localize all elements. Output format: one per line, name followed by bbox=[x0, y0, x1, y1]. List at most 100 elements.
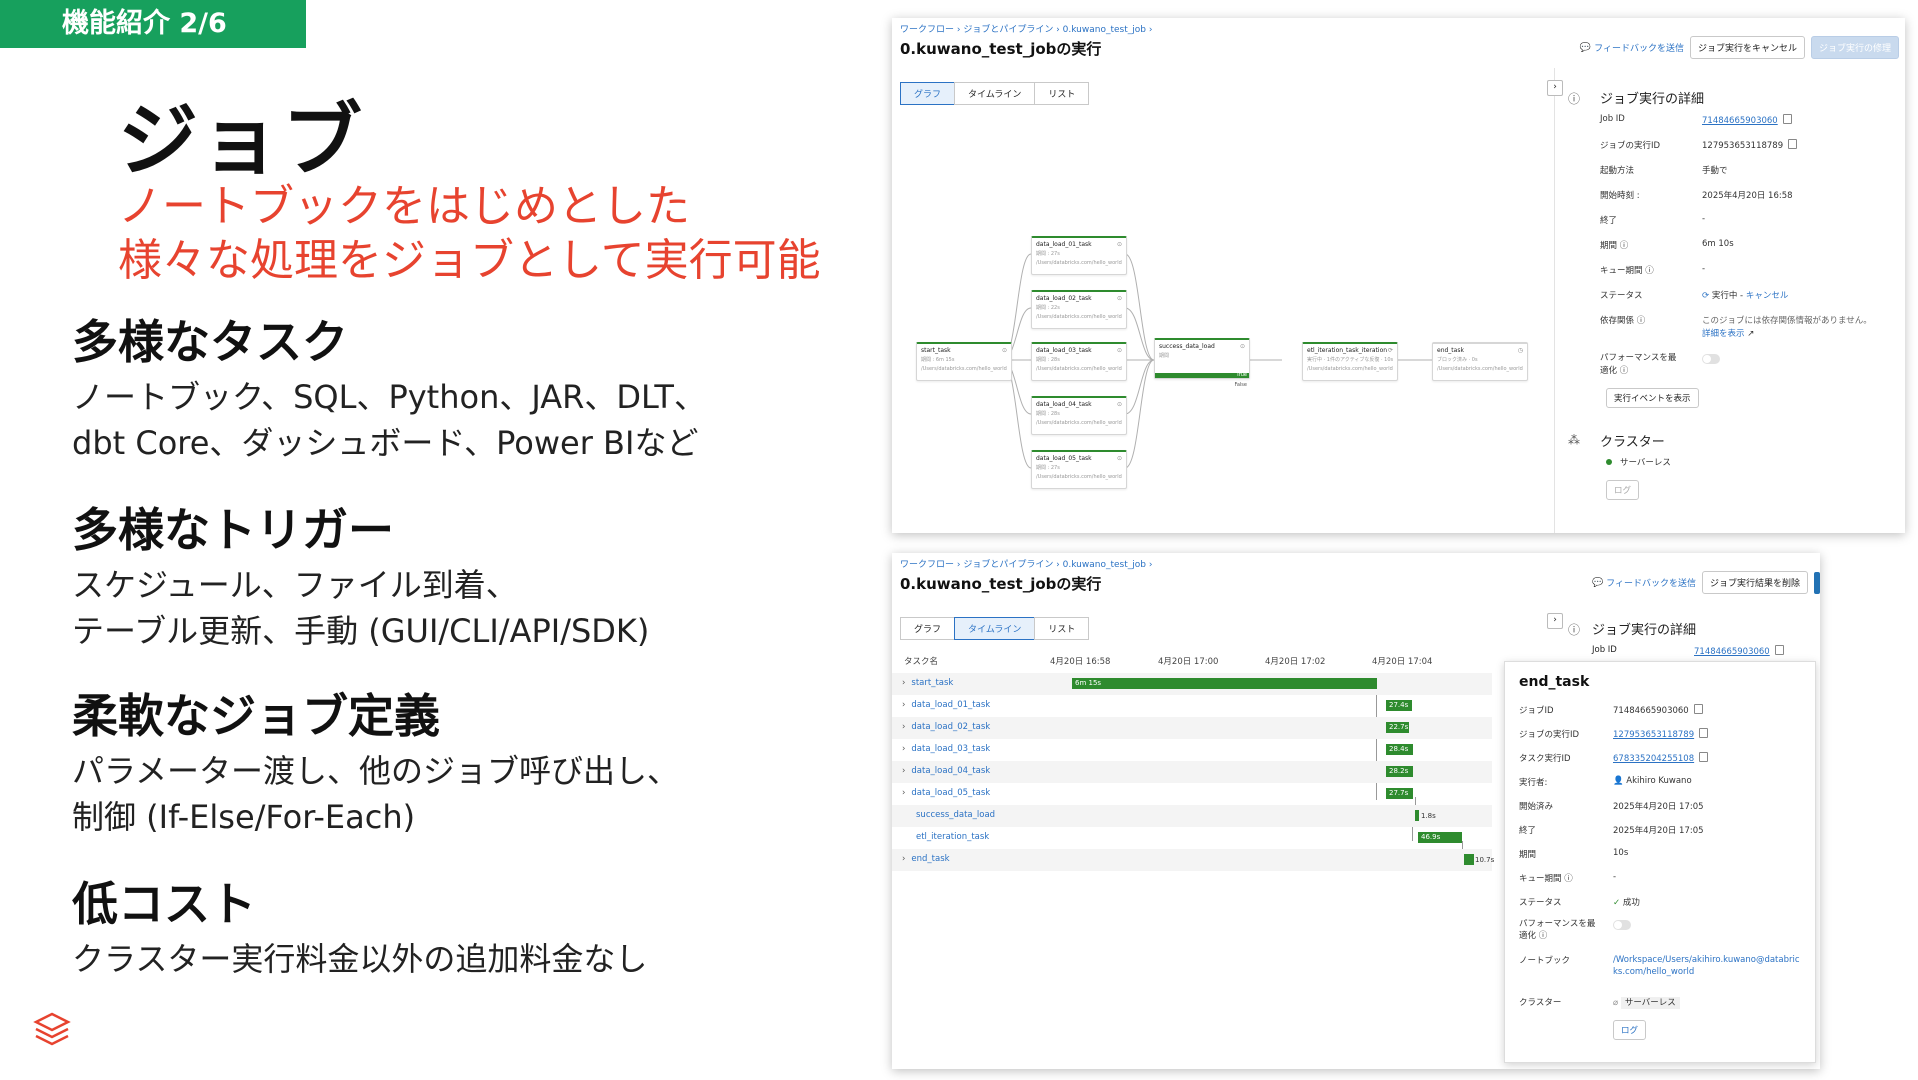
tab-timeline[interactable]: タイムライン bbox=[954, 617, 1036, 640]
task-link[interactable]: etl_iteration_task bbox=[916, 832, 989, 842]
job-id-value[interactable]: 71484665903060 bbox=[1694, 645, 1784, 657]
log-button[interactable]: ログ bbox=[1606, 480, 1640, 500]
task-link[interactable]: data_load_01_task bbox=[911, 700, 990, 710]
node-name: data_load_02_task bbox=[1036, 295, 1092, 302]
task-link[interactable]: end_task bbox=[911, 854, 949, 864]
duration-bar[interactable]: 6m 15s bbox=[1072, 678, 1377, 689]
chevron-right-icon[interactable]: › bbox=[902, 744, 905, 754]
task-link[interactable]: success_data_load bbox=[916, 810, 995, 820]
performance-toggle[interactable] bbox=[1702, 354, 1720, 364]
node-status: 期間 : 6m 15s bbox=[921, 357, 955, 363]
serverless-icon: ⌀ bbox=[1613, 998, 1619, 1008]
timeline-row[interactable]: success_data_load 1.8s bbox=[892, 805, 1492, 827]
spinner-icon: ⟳ bbox=[1387, 347, 1393, 354]
cancel-link[interactable]: キャンセル bbox=[1746, 291, 1789, 301]
task-link[interactable]: start_task bbox=[911, 678, 953, 688]
details-link[interactable]: 詳細を表示 ↗ bbox=[1702, 327, 1754, 339]
log-button[interactable]: ログ bbox=[1613, 1020, 1647, 1040]
tab-list[interactable]: リスト bbox=[1034, 617, 1090, 640]
timeline-header: タスク名 4月20日 16:58 4月20日 17:00 4月20日 17:02… bbox=[892, 655, 1492, 669]
detail-label: 起動方法 bbox=[1600, 166, 1635, 176]
chevron-right-icon[interactable]: › bbox=[902, 722, 905, 732]
dag-node-data-load-01[interactable]: data_load_01_task 期間 : 27s /Users/databr… bbox=[1031, 236, 1127, 275]
section-body-triggers: スケジュール、ファイル到着、 テーブル更新、手動 (GUI/CLI/API/SD… bbox=[72, 562, 649, 654]
run-id-value[interactable]: 127953653118789 bbox=[1613, 728, 1709, 740]
detail-label: パフォーマンスを最適化 ⓘ bbox=[1519, 919, 1596, 941]
timeline-row[interactable]: › data_load_02_task 22.7s bbox=[892, 717, 1492, 739]
dag-node-data-load-03[interactable]: data_load_03_task 期間 : 28s /Users/databr… bbox=[1031, 342, 1127, 381]
timeline-row[interactable]: › data_load_03_task 28.4s bbox=[892, 739, 1492, 761]
dag-node-etl-iteration[interactable]: etl_iteration_task_iteration 実行中 · 1件のアク… bbox=[1302, 342, 1398, 381]
chevron-right-icon[interactable]: › bbox=[902, 854, 905, 864]
job-id-value[interactable]: 71484665903060 bbox=[1702, 114, 1792, 126]
copy-icon[interactable] bbox=[1699, 728, 1709, 738]
section-body-definition: パラメーター渡し、他のジョブ呼び出し、 制御 (If-Else/For-Each… bbox=[72, 748, 679, 840]
node-path: /Users/databricks.com/hello_world bbox=[1036, 314, 1122, 320]
detail-label: 開始済み bbox=[1519, 802, 1554, 812]
feedback-link[interactable]: 💬 フィードバックを送信 bbox=[1592, 576, 1696, 590]
run-id-value: 127953653118789 bbox=[1702, 139, 1798, 151]
task-link[interactable]: data_load_05_task bbox=[911, 788, 990, 798]
tab-graph[interactable]: グラフ bbox=[900, 617, 956, 640]
dag-node-start-task[interactable]: start_task 期間 : 6m 15s /Users/databricks… bbox=[916, 342, 1012, 381]
timeline-row[interactable]: › data_load_05_task 27.7s bbox=[892, 783, 1492, 805]
timeline-row[interactable]: etl_iteration_task 46.9s bbox=[892, 827, 1492, 849]
chevron-right-icon[interactable]: › bbox=[902, 766, 905, 776]
task-link[interactable]: data_load_04_task bbox=[911, 766, 990, 776]
true-branch-label: True bbox=[1236, 372, 1247, 378]
chevron-right-icon[interactable]: › bbox=[902, 678, 905, 688]
copy-icon[interactable] bbox=[1782, 114, 1792, 124]
task-link[interactable]: data_load_03_task bbox=[911, 744, 990, 754]
check-icon: ⊙ bbox=[1116, 295, 1122, 302]
duration-bar[interactable]: 46.9s bbox=[1418, 832, 1462, 843]
duration-bar[interactable] bbox=[1464, 854, 1474, 865]
dag-node-success-data-load[interactable]: success_data_load 期間 ⊙ False True bbox=[1154, 338, 1250, 388]
detail-label: キュー期間 ⓘ bbox=[1600, 266, 1654, 276]
breadcrumb[interactable]: ワークフロー › ジョブとパイプライン › 0.kuwano_test_job … bbox=[900, 557, 1152, 570]
view-events-button[interactable]: 実行イベントを表示 bbox=[1606, 388, 1699, 408]
job-run-graph-screenshot: ワークフロー › ジョブとパイプライン › 0.kuwano_test_job … bbox=[892, 18, 1905, 533]
detail-label: ノートブック bbox=[1519, 956, 1571, 966]
timeline-row[interactable]: › end_task 10.7s bbox=[892, 849, 1495, 871]
started-value: 2025年4月20日 17:05 bbox=[1613, 802, 1704, 812]
duration-bar[interactable]: 27.4s bbox=[1386, 700, 1412, 711]
dag-node-data-load-04[interactable]: data_load_04_task 期間 : 28s /Users/databr… bbox=[1031, 396, 1127, 435]
copy-icon[interactable] bbox=[1774, 645, 1784, 655]
collapse-panel-button[interactable]: › bbox=[1547, 613, 1563, 629]
chevron-right-icon[interactable]: › bbox=[902, 788, 905, 798]
performance-toggle[interactable] bbox=[1613, 920, 1631, 930]
dag-node-data-load-05[interactable]: data_load_05_task 期間 : 27s /Users/databr… bbox=[1031, 450, 1127, 489]
databricks-logo-icon bbox=[33, 1012, 71, 1046]
section-body-line: dbt Core、ダッシュボード、Power BIなど bbox=[72, 424, 699, 462]
node-path: /Users/databricks.com/hello_world bbox=[1437, 366, 1523, 372]
cluster-heading: クラスター bbox=[1600, 435, 1665, 450]
task-run-id-value[interactable]: 678335204255108 bbox=[1613, 752, 1709, 764]
copy-icon[interactable] bbox=[1699, 752, 1709, 762]
timeline-row[interactable]: › data_load_01_task 27.4s bbox=[892, 695, 1492, 717]
cluster-value: サーバーレス bbox=[1606, 456, 1671, 468]
task-link[interactable]: data_load_02_task bbox=[911, 722, 990, 732]
duration-bar[interactable]: 27.7s bbox=[1386, 788, 1413, 799]
dag-node-data-load-02[interactable]: data_load_02_task 期間 : 22s /Users/databr… bbox=[1031, 290, 1127, 329]
timeline-row[interactable]: › data_load_04_task 28.2s bbox=[892, 761, 1492, 783]
duration-bar[interactable]: 28.2s bbox=[1386, 766, 1413, 777]
duration-label: 10.7s bbox=[1475, 856, 1495, 864]
info-icon: ⓘ bbox=[1568, 92, 1581, 106]
duration-bar[interactable] bbox=[1415, 810, 1419, 821]
duration-bar[interactable]: 22.7s bbox=[1386, 722, 1409, 733]
dag-node-end-task[interactable]: end_task ブロック済み · 0s /Users/databricks.c… bbox=[1432, 342, 1528, 381]
clock-icon: ◷ bbox=[1517, 347, 1523, 354]
primary-button-edge[interactable] bbox=[1814, 571, 1820, 594]
timeline-row[interactable]: › start_task 6m 15s bbox=[892, 673, 1492, 695]
copy-icon[interactable] bbox=[1788, 139, 1798, 149]
duration-bar[interactable]: 28.4s bbox=[1386, 744, 1413, 755]
copy-icon[interactable] bbox=[1693, 704, 1703, 714]
node-path: /Users/databricks.com/hello_world bbox=[1036, 366, 1122, 372]
section-heading-cost: 低コスト bbox=[72, 877, 256, 931]
section-body-cost: クラスター実行料金以外の追加料金なし bbox=[72, 936, 647, 982]
delete-run-button[interactable]: ジョブ実行結果を削除 bbox=[1701, 571, 1808, 594]
dependency-value: このジョブには依存関係情報がありません。 bbox=[1702, 316, 1872, 326]
chevron-right-icon[interactable]: › bbox=[902, 700, 905, 710]
notebook-path-link[interactable]: /Workspace/Users/akihiro.kuwano@databric… bbox=[1613, 954, 1803, 978]
detail-label: Job ID bbox=[1592, 645, 1617, 655]
